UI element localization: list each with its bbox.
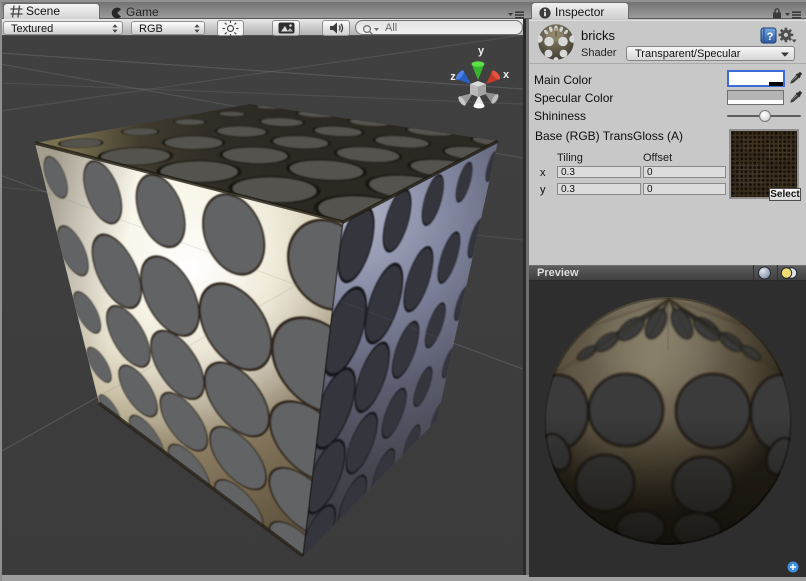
svg-text:x: x bbox=[503, 69, 510, 81]
svg-text:z: z bbox=[450, 71, 456, 83]
svg-text:y: y bbox=[478, 45, 485, 57]
svg-text:?: ? bbox=[767, 31, 774, 43]
